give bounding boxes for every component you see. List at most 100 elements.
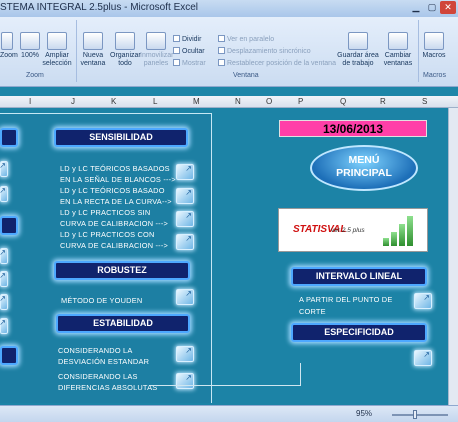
column-headers: I J K L M N O P Q R S [0,96,458,108]
partial-header-button[interactable] [0,216,18,235]
column-header[interactable]: M [193,97,200,106]
open-folder-icon[interactable] [414,350,432,366]
zoom-slider[interactable] [392,414,448,416]
column-header[interactable]: J [71,97,75,106]
zoom-100-button[interactable]: 100% [18,32,42,60]
freeze-icon [146,32,166,50]
open-folder-icon[interactable] [0,161,8,177]
sens-item: CURVA DE CALIBRACION ---> [60,219,169,228]
status-bar: 95% [0,405,458,422]
reset-position-icon [218,59,225,66]
open-folder-icon[interactable] [0,271,8,287]
intervalo-item: A PARTIR DEL PUNTO DE [299,295,393,304]
open-folder-icon[interactable] [0,318,8,334]
hide-button[interactable]: Ocultar [173,47,205,55]
unhide-button[interactable]: Mostrar [173,59,206,67]
estabilidad-header[interactable]: ESTABILIDAD [56,314,190,333]
column-header[interactable]: P [298,97,303,106]
sens-item: EN LA RECTA DE LA CURVA--> [60,197,172,206]
save-workspace-icon [348,32,368,50]
open-folder-icon[interactable] [176,346,194,362]
switch-windows-icon [388,32,408,50]
intervalo-lineal-header[interactable]: INTERVALO LINEAL [291,267,427,286]
sens-item: LD y LC TEÓRICOS BASADO [60,186,165,195]
column-header[interactable]: O [266,97,272,106]
statisval-logo: STATISVAL ver 2.5 plus [278,208,428,252]
open-folder-icon[interactable] [176,164,194,180]
magnifier-icon [1,32,13,50]
arrange-all-button[interactable]: Organizar todo [110,32,141,68]
open-folder-icon[interactable] [176,289,194,305]
menu-principal-button[interactable]: MENÚ PRINCIPAL [310,145,418,191]
new-window-icon [83,32,103,50]
open-folder-icon[interactable] [0,248,8,264]
column-header[interactable]: R [380,97,386,106]
sens-item: EN LA SEÑAL DE BLANCOS ---> [60,175,176,184]
vertical-scrollbar[interactable] [448,108,458,405]
column-header[interactable]: K [111,97,116,106]
sync-scroll-button[interactable]: Desplazamiento sincrónico [218,47,311,55]
hide-icon [173,47,180,54]
connector-line [150,385,301,386]
save-workspace-button[interactable]: Guardar área de trabajo [337,32,379,68]
split-icon [173,35,180,42]
macros-button[interactable]: Macros [421,32,447,60]
group-separator [418,20,419,82]
switch-windows-button[interactable]: Cambiar ventanas [380,32,416,68]
partial-header-button[interactable] [0,128,18,147]
zoom-selection-button[interactable]: Ampliar selección [42,32,72,68]
logo-bar [407,216,413,246]
group-separator [76,20,77,82]
open-folder-icon[interactable] [414,293,432,309]
worksheet[interactable]: SENSIBILIDAD LD y LC TEÓRICOS BASADOS EN… [0,108,458,405]
intervalo-item: CORTE [299,307,326,316]
logo-bar [399,224,405,246]
split-button[interactable]: Dividir [173,35,201,43]
view-side-by-side-button[interactable]: Ver en paralelo [218,35,274,43]
zoom-button[interactable]: Zoom [0,32,18,60]
window-group-label: Ventana [233,72,259,79]
sens-item: LD y LC PRACTICOS CON [60,230,155,239]
unhide-icon [173,59,180,66]
sensibilidad-header[interactable]: SENSIBILIDAD [54,128,188,147]
estab-item: DESVIACIÓN ESTANDAR [58,357,150,366]
open-folder-icon[interactable] [176,211,194,227]
zoom-selection-icon [47,32,67,50]
ribbon: Zoom 100% Ampliar selección Zoom Nueva v… [0,17,458,87]
especificidad-header[interactable]: ESPECIFICIDAD [291,323,427,342]
macros-group-label: Macros [423,72,446,79]
zoom-group-label: Zoom [26,72,44,79]
date-display: 13/06/2013 [279,120,427,137]
reset-position-button[interactable]: Restablecer posición de la ventana [218,59,336,67]
open-folder-icon[interactable] [176,373,194,389]
window-title: STEMA INTEGRAL 2.5plus - Microsoft Excel [0,2,199,13]
column-header[interactable]: Q [340,97,346,106]
column-header[interactable]: L [153,97,157,106]
zoom-slider-thumb[interactable] [413,410,417,419]
column-header[interactable]: N [235,97,241,106]
side-by-side-icon [218,35,225,42]
partial-header-button[interactable] [0,346,18,365]
sens-item: LD y LC TEÓRICOS BASADOS [60,164,170,173]
open-folder-icon[interactable] [0,294,8,310]
minimize-icon[interactable]: ▁ [408,1,424,14]
robustez-header[interactable]: ROBUSTEZ [54,261,190,280]
open-folder-icon[interactable] [176,234,194,250]
logo-bar [383,238,389,246]
maximize-icon[interactable]: ▢ [424,1,440,14]
connector-line [300,363,301,386]
column-header[interactable]: I [29,97,31,106]
column-header[interactable]: S [422,97,427,106]
logo-bar [391,232,397,246]
sync-scroll-icon [218,47,225,54]
macros-icon [424,32,444,50]
close-icon[interactable]: ✕ [440,1,456,14]
arrange-icon [115,32,135,50]
sens-item: CURVA DE CALIBRACION ---> [60,241,169,250]
freeze-panes-button[interactable]: Inmovilizar paneles [140,32,173,68]
new-window-button[interactable]: Nueva ventana [78,32,108,68]
zoom-level[interactable]: 95% [356,409,372,418]
open-folder-icon[interactable] [0,186,8,202]
open-folder-icon[interactable] [176,188,194,204]
logo-version: ver 2.5 plus [331,227,365,234]
